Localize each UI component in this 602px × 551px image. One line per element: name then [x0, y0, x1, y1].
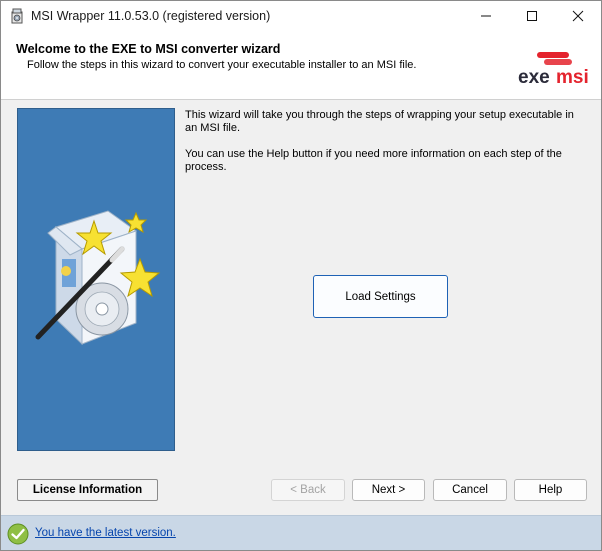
wizard-title: Welcome to the EXE to MSI converter wiza… — [16, 42, 281, 56]
intro-text: This wizard will take you through the st… — [185, 109, 585, 187]
maximize-icon — [527, 11, 537, 21]
status-bar: You have the latest version. — [1, 515, 601, 550]
license-information-button[interactable]: License Information — [17, 479, 158, 501]
svg-text:msi: msi — [556, 67, 589, 87]
side-image-panel — [17, 108, 175, 451]
wizard-header: Welcome to the EXE to MSI converter wiza… — [1, 31, 601, 100]
title-bar[interactable]: MSI Wrapper 11.0.53.0 (registered versio… — [1, 1, 601, 31]
wizard-window: MSI Wrapper 11.0.53.0 (registered versio… — [0, 0, 602, 551]
maximize-button[interactable] — [509, 1, 555, 31]
install-wizard-graphic — [35, 210, 161, 346]
svg-text:exe: exe — [518, 67, 550, 87]
intro-paragraph: This wizard will take you through the st… — [185, 109, 574, 134]
installer-app-icon — [11, 8, 23, 24]
close-icon — [572, 10, 584, 22]
next-button[interactable]: Next > — [352, 479, 425, 501]
help-button[interactable]: Help — [514, 479, 587, 501]
window-title: MSI Wrapper 11.0.53.0 (registered versio… — [31, 9, 271, 23]
latest-version-link[interactable]: You have the latest version. — [35, 527, 176, 539]
load-settings-button[interactable]: Load Settings — [313, 275, 448, 318]
minimize-button[interactable] — [463, 1, 509, 31]
wizard-subtitle: Follow the steps in this wizard to conve… — [27, 59, 417, 71]
close-button[interactable] — [555, 1, 601, 31]
help-paragraph: You can use the Help button if you need … — [185, 148, 562, 173]
cancel-button[interactable]: Cancel — [433, 479, 507, 501]
back-button[interactable]: < Back — [271, 479, 345, 501]
exemsi-logo: exe msi — [518, 52, 589, 87]
check-icon — [7, 523, 29, 545]
minimize-icon — [481, 15, 491, 17]
